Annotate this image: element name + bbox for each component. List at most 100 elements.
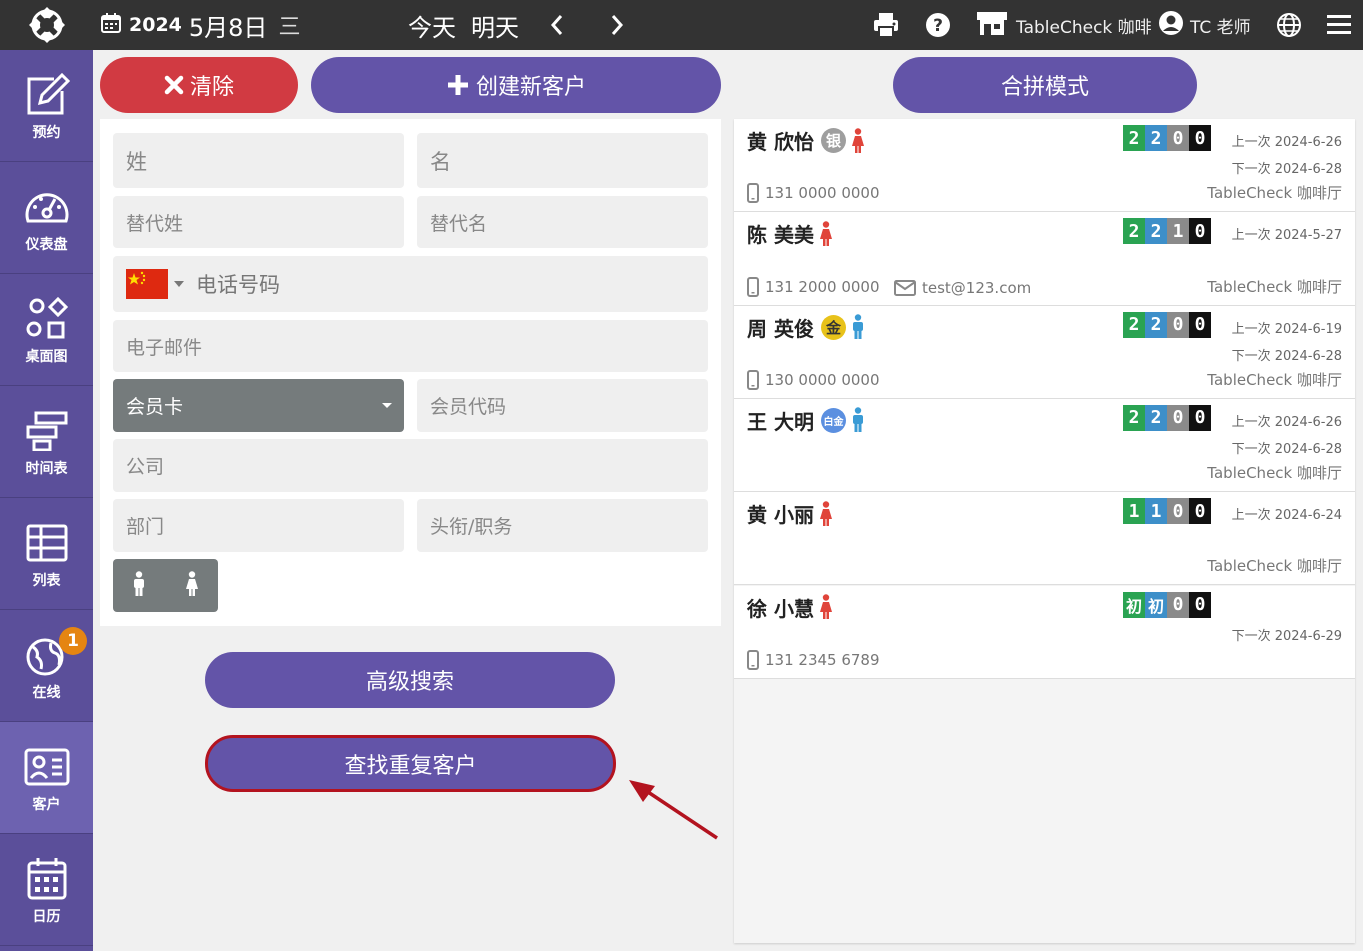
advanced-search-button[interactable]: 高级搜索 — [205, 652, 615, 708]
store-selector[interactable]: TableCheck 咖啡 — [976, 0, 1152, 50]
menu-icon[interactable] — [1326, 0, 1352, 50]
user-icon — [1158, 10, 1184, 40]
male-icon — [850, 314, 866, 340]
floorplan-icon — [22, 294, 72, 344]
member-tier-badge: 金 — [820, 314, 846, 340]
sidebar-item-reservations[interactable]: 预约 — [0, 50, 93, 162]
customer-email: test@123.com — [894, 279, 1031, 297]
customer-name: 黄 欣怡 — [747, 130, 814, 154]
dashboard-icon — [22, 182, 72, 232]
female-icon[interactable] — [184, 570, 200, 601]
female-icon — [818, 221, 834, 247]
mobile-phone-icon — [747, 649, 759, 670]
sidebar-item-list[interactable]: 列表 — [0, 498, 93, 610]
sidebar: 预约 仪表盘 桌面图 时间表 列表 1 在线 客户 日历 — [0, 50, 93, 951]
customer-results-list: 黄 欣怡银 2 2 0 0 上一次 2024-6-26 下一次 2024-6-28 131 0… — [734, 119, 1355, 943]
member-code-field[interactable]: 会员代码 — [417, 379, 708, 432]
customer-name-group: 黄 欣怡银 — [747, 126, 866, 155]
help-icon[interactable]: ? — [925, 0, 951, 50]
print-icon[interactable] — [872, 0, 900, 50]
customer-name-group: 黄 小丽 — [747, 499, 834, 528]
clear-button[interactable]: 清除 — [100, 57, 298, 113]
visit-count-cell: 2 — [1145, 311, 1167, 338]
customer-phone: 131 2000 0000 — [747, 276, 880, 297]
sidebar-item-label: 日历 — [32, 908, 61, 925]
chevron-right-icon[interactable] — [602, 10, 632, 40]
female-icon — [818, 594, 834, 620]
visit-count-cell: 0 — [1189, 591, 1211, 618]
phone-placeholder: 电话号码 — [196, 273, 280, 297]
phone-number: 131 2345 6789 — [765, 650, 880, 669]
visit-dates: 上一次 2024-6-26 下一次 2024-6-28 — [1232, 409, 1342, 463]
email-field[interactable]: 电子邮件 — [113, 320, 708, 372]
customer-venue: TableCheck 咖啡厅 — [1207, 277, 1342, 296]
list-icon — [22, 518, 72, 568]
last-visit-date: 上一次 2024-6-26 — [1231, 414, 1342, 430]
alt-first-name-field[interactable]: 替代名 — [417, 196, 708, 248]
visit-counts: 初初00 — [1123, 591, 1211, 618]
customer-name: 陈 美美 — [747, 223, 814, 248]
visit-count-cell: 1 — [1167, 218, 1189, 245]
user-menu[interactable]: TC 老师 — [1158, 0, 1251, 50]
customer-row[interactable]: 周 英俊金 2 2 0 0 上一次 2024-6-19 下一次 2024-6-28 130 0… — [734, 305, 1355, 399]
last-name-field[interactable]: 姓 — [113, 133, 404, 188]
create-customer-button[interactable]: 创建新客户 — [311, 57, 721, 113]
company-field[interactable]: 公司 — [113, 439, 708, 492]
phone-number: 130 0000 0000 — [765, 370, 880, 389]
visit-count-cell: 0 — [1167, 498, 1189, 525]
sidebar-item-online[interactable]: 1 在线 — [0, 610, 93, 722]
visit-dates: 上一次 2024-6-26 下一次 2024-6-28 — [1232, 129, 1342, 183]
china-flag-icon[interactable] — [126, 269, 168, 299]
customer-name-group: 徐 小慧 — [747, 593, 834, 622]
sidebar-item-label: 预约 — [32, 124, 61, 141]
visit-counts: 2200 — [1123, 311, 1211, 338]
annotation-arrow — [629, 780, 718, 840]
phone-field[interactable]: 电话号码 — [113, 256, 708, 312]
visit-count-cell: 2 — [1145, 125, 1167, 151]
visit-count-cell: 2 — [1145, 218, 1167, 245]
customer-name: 周 英俊 — [747, 316, 814, 341]
sidebar-item-customers[interactable]: 客户 — [0, 722, 93, 834]
mobile-phone-icon — [747, 183, 759, 204]
member-card-label: 会员卡 — [126, 396, 184, 418]
visit-counts: 1100 — [1123, 498, 1211, 525]
sidebar-item-timeline[interactable]: 时间表 — [0, 386, 93, 498]
sidebar-item-label: 桌面图 — [25, 348, 68, 365]
customer-row[interactable]: 徐 小慧初初 0 0 下一次 2024-6-29 131 2345 6789 — [734, 585, 1355, 679]
chevron-left-icon[interactable] — [542, 10, 572, 40]
sidebar-item-floorplan[interactable]: 桌面图 — [0, 274, 93, 386]
sidebar-item-dashboard[interactable]: 仪表盘 — [0, 162, 93, 274]
first-name-field[interactable]: 名 — [417, 133, 708, 188]
find-duplicates-button[interactable]: 查找重复客户 — [205, 735, 616, 792]
sidebar-item-calendar[interactable]: 日历 — [0, 834, 93, 946]
job-title-field[interactable]: 头衔/职务 — [417, 499, 708, 552]
customer-row[interactable]: 黄 小丽 1 1 0 0 上一次 2024-6-24 TableCheck 咖啡厅 — [734, 492, 1355, 586]
visit-count-cell: 初 — [1123, 591, 1145, 618]
alt-last-name-field[interactable]: 替代姓 — [113, 196, 404, 248]
timeline-icon — [22, 406, 72, 456]
member-card-select[interactable]: 会员卡 — [113, 379, 404, 432]
visit-dates: 上一次 2024-5-27 — [1232, 222, 1342, 249]
date-picker[interactable]: 2024 5月8日 三 — [100, 0, 300, 50]
customer-row[interactable]: 陈 美美 2 2 1 0 上一次 2024-5-27 131 2000 0000 test@1… — [734, 212, 1355, 306]
tomorrow-button[interactable]: 明天 — [471, 0, 519, 50]
today-button[interactable]: 今天 — [408, 0, 456, 50]
male-icon[interactable] — [131, 570, 147, 601]
visit-count-cell: 0 — [1189, 125, 1211, 151]
caret-down-icon[interactable] — [174, 281, 184, 287]
customer-row[interactable]: 王 大明 白金 2 2 0 0 上一次 2024-6-26 下一次 2024-6-28 Tabl… — [734, 398, 1355, 493]
gender-filter — [113, 559, 218, 612]
phone-number: 131 2000 0000 — [765, 277, 880, 296]
visit-count-cell: 1 — [1123, 498, 1145, 525]
email-address: test@123.com — [922, 278, 1032, 297]
customer-row[interactable]: 黄 欣怡银 2 2 0 0 上一次 2024-6-26 下一次 2024-6-28 131 0… — [734, 119, 1355, 213]
phone-number: 131 0000 0000 — [765, 184, 880, 203]
app-logo-icon[interactable] — [0, 0, 93, 50]
visit-count-cell: 0 — [1167, 311, 1189, 338]
visit-counts: 2200 — [1123, 125, 1211, 151]
visit-count-cell: 2 — [1123, 311, 1145, 338]
globe-icon[interactable] — [1276, 0, 1302, 50]
visit-count-cell: 2 — [1123, 218, 1145, 245]
merge-mode-button[interactable]: 合拼模式 — [893, 57, 1197, 113]
department-field[interactable]: 部门 — [113, 499, 404, 552]
